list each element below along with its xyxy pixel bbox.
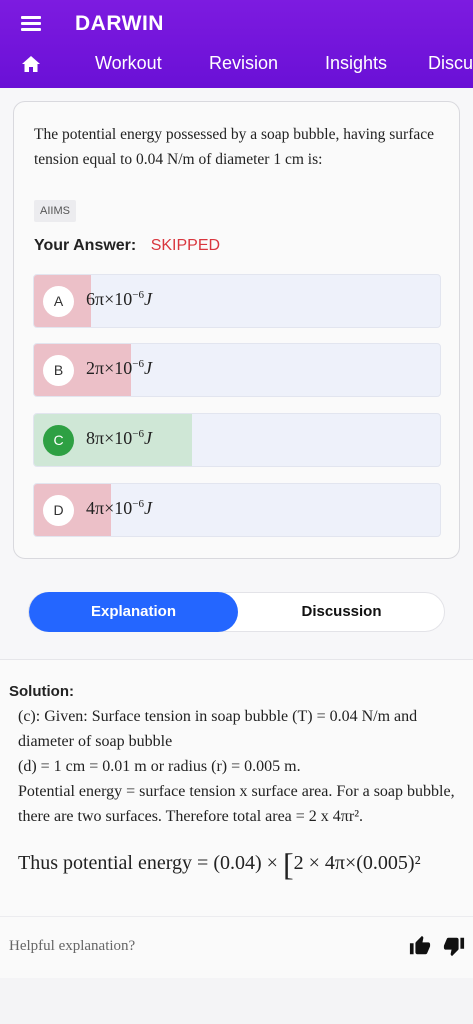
question-text: The potential energy possessed by a soap… (34, 126, 435, 168)
option-text: 4π×10−6J (86, 498, 152, 518)
thumbs-up-icon[interactable] (409, 935, 431, 957)
app-header: DARWIN Workout Revision Insights Discu (0, 0, 473, 88)
exam-tag: AIIMS (34, 200, 76, 222)
tab-revision[interactable]: Revision (209, 53, 278, 74)
solution-line: (c): Given: Surface tension in soap bubb… (18, 708, 418, 750)
option-letter: C (43, 425, 74, 456)
tab-insights[interactable]: Insights (325, 53, 387, 74)
bottom-area (0, 978, 473, 1024)
option-text: 6π×10−6J (86, 289, 152, 309)
solution-title: Solution: (9, 683, 74, 700)
app-title: DARWIN (75, 12, 164, 35)
option-text: 2π×10−6J (86, 358, 152, 378)
top-nav: Workout Revision Insights Discu (0, 44, 473, 86)
tab-discussion-section[interactable]: Discussion (238, 593, 445, 631)
solution-panel: Solution: (c): Given: Surface tension in… (0, 660, 473, 978)
option-b[interactable]: B 2π×10−6J (33, 343, 441, 397)
option-c[interactable]: C 8π×10−6J (33, 413, 441, 467)
helpful-label: Helpful explanation? (9, 938, 136, 954)
explanation-tab-bar: Explanation Discussion (28, 592, 445, 632)
tab-discussion[interactable]: Discu (428, 53, 473, 74)
tab-explanation[interactable]: Explanation (29, 592, 238, 632)
option-letter: D (43, 495, 74, 526)
question-card: The potential energy possessed by a soap… (13, 101, 460, 559)
solution-formula: Thus potential energy = (0.04) × [2 × 4π… (18, 846, 421, 882)
your-answer-row: Your Answer: SKIPPED (34, 237, 220, 255)
option-d[interactable]: D 4π×10−6J (33, 483, 441, 537)
menu-icon[interactable] (19, 13, 43, 33)
solution-body: (c): Given: Surface tension in soap bubb… (18, 704, 466, 829)
tab-workout[interactable]: Workout (95, 53, 162, 74)
answer-status: SKIPPED (150, 237, 221, 254)
option-letter: B (43, 355, 74, 386)
solution-line: Potential energy = surface tension x sur… (18, 783, 455, 825)
thumbs-down-icon[interactable] (443, 935, 465, 957)
option-a[interactable]: A 6π×10−6J (33, 274, 441, 328)
option-letter: A (43, 286, 74, 317)
divider (0, 916, 473, 917)
option-text: 8π×10−6J (86, 428, 152, 448)
home-icon[interactable] (21, 55, 41, 73)
solution-line: (d) = 1 cm = 0.01 m or radius (r) = 0.00… (18, 758, 301, 775)
your-answer-label: Your Answer: (34, 237, 137, 254)
